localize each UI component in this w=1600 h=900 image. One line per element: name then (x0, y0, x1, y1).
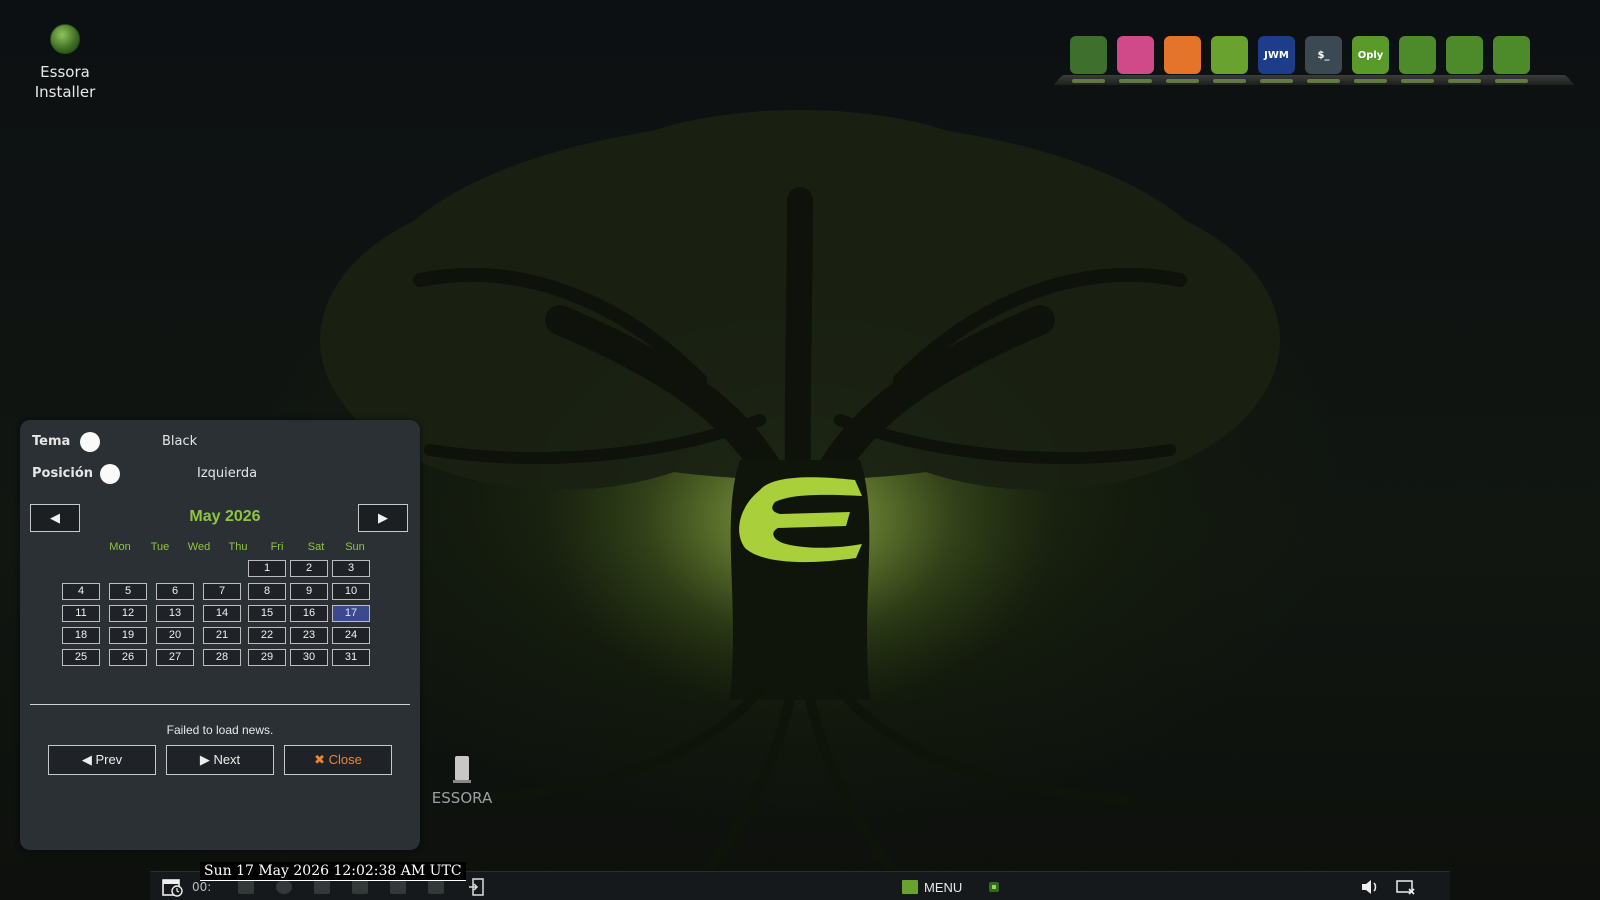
weekday-mon: Mon (109, 541, 131, 553)
day-27[interactable]: 27 (156, 649, 194, 666)
day-26[interactable]: 26 (109, 649, 147, 666)
day-9[interactable]: 9 (290, 583, 328, 600)
day-12[interactable]: 12 (109, 605, 147, 622)
day-30[interactable]: 30 (290, 649, 328, 666)
divider (30, 704, 410, 705)
day-20[interactable]: 20 (156, 627, 194, 644)
day-2[interactable]: 2 (290, 560, 328, 577)
day-17[interactable]: 17 (332, 605, 370, 622)
home-icon (902, 880, 918, 894)
day-23[interactable]: 23 (290, 627, 328, 644)
colors-icon[interactable] (1117, 36, 1154, 83)
day-19[interactable]: 19 (109, 627, 147, 644)
display-icon[interactable] (1396, 876, 1416, 898)
essora-installer-desktop-icon[interactable]: Essora Installer (24, 24, 106, 102)
volume-icon[interactable] (1360, 876, 1380, 898)
day-14[interactable]: 14 (203, 605, 241, 622)
posicion-value: Izquierda (197, 466, 258, 481)
month-title: May 2026 (189, 508, 261, 525)
weekday-tue: Tue (150, 541, 170, 553)
day-22[interactable]: 22 (248, 627, 286, 644)
day-11[interactable]: 11 (62, 605, 100, 622)
firefox-icon[interactable] (1164, 36, 1201, 83)
day-6[interactable]: 6 (156, 583, 194, 600)
day-8[interactable]: 8 (248, 583, 286, 600)
weekday-sat: Sat (307, 541, 325, 553)
logout-icon[interactable] (468, 876, 484, 898)
oply-video-icon[interactable] (1493, 36, 1530, 83)
day-24[interactable]: 24 (332, 627, 370, 644)
app-dock: JWM $_ Oply (1053, 36, 1575, 86)
jwm-icon[interactable]: JWM (1258, 36, 1295, 83)
posicion-row: Posición Izquierda (32, 464, 257, 484)
calendar-clock-icon[interactable] (162, 876, 186, 898)
oply-radio-icon[interactable] (1399, 36, 1436, 83)
day-5[interactable]: 5 (109, 583, 147, 600)
installer-icon (50, 24, 80, 54)
day-7[interactable]: 7 (203, 583, 241, 600)
weekday-thu: Thu (228, 541, 248, 553)
close-button[interactable]: ✖ Close (284, 745, 392, 775)
menu-label: MENU (924, 879, 963, 895)
network-tray-icon[interactable] (988, 876, 1000, 898)
calendar-days: 1 2 3 4 5 6 7 8 9 10 11 12 13 14 15 16 17 18 19 20 21 22 23 24 2… (20, 560, 420, 680)
day-4[interactable]: 4 (62, 583, 100, 600)
oply-icon[interactable]: Oply (1352, 36, 1389, 83)
day-31[interactable]: 31 (332, 649, 370, 666)
prev-month-button[interactable]: ◀ (30, 504, 80, 532)
weekday-header: Mon Tue Wed Thu Fri Sat Sun (82, 541, 382, 555)
tema-value: Black (162, 434, 198, 449)
tema-label: Tema (32, 434, 71, 449)
day-1[interactable]: 1 (248, 560, 286, 577)
day-25[interactable]: 25 (62, 649, 100, 666)
day-18[interactable]: 18 (62, 627, 100, 644)
weekday-fri: Fri (270, 541, 284, 553)
day-16[interactable]: 16 (290, 605, 328, 622)
day-3[interactable]: 3 (332, 560, 370, 577)
weekday-sun: Sun (345, 541, 365, 553)
calendar-panel: Tema Black Posición Izquierda ◀ May 2026… (20, 420, 420, 850)
day-15[interactable]: 15 (248, 605, 286, 622)
posicion-toggle[interactable] (100, 464, 120, 484)
posicion-label: Posición (32, 466, 94, 481)
news-next-button[interactable]: ▶ Next (166, 745, 274, 775)
day-28[interactable]: 28 (203, 649, 241, 666)
terminal-icon[interactable]: $_ (1305, 36, 1342, 83)
installer-label: Essora Installer (34, 63, 96, 101)
dock-items: JWM $_ Oply (1070, 36, 1530, 83)
files-icon[interactable] (1070, 36, 1107, 83)
clock-tooltip: Sun 17 May 2026 12:02:38 AM UTC (200, 862, 466, 881)
day-29[interactable]: 29 (248, 649, 286, 666)
next-month-button[interactable]: ▶ (358, 504, 408, 532)
oply-control-icon[interactable] (1446, 36, 1483, 83)
news-status: Failed to load news. (166, 723, 274, 737)
day-13[interactable]: 13 (156, 605, 194, 622)
day-21[interactable]: 21 (203, 627, 241, 644)
drive-label: ESSORA (431, 789, 493, 807)
weekday-wed: Wed (187, 541, 211, 553)
essora-drive-desktop-icon[interactable]: ESSORA (425, 756, 499, 808)
tema-toggle[interactable] (80, 432, 100, 452)
news-prev-button[interactable]: ◀ Prev (48, 745, 156, 775)
usb-drive-icon (453, 756, 471, 783)
menu-button[interactable]: MENU (902, 876, 962, 898)
package-icon[interactable] (1211, 36, 1248, 83)
day-10[interactable]: 10 (332, 583, 370, 600)
tema-row: Tema Black (32, 432, 197, 452)
